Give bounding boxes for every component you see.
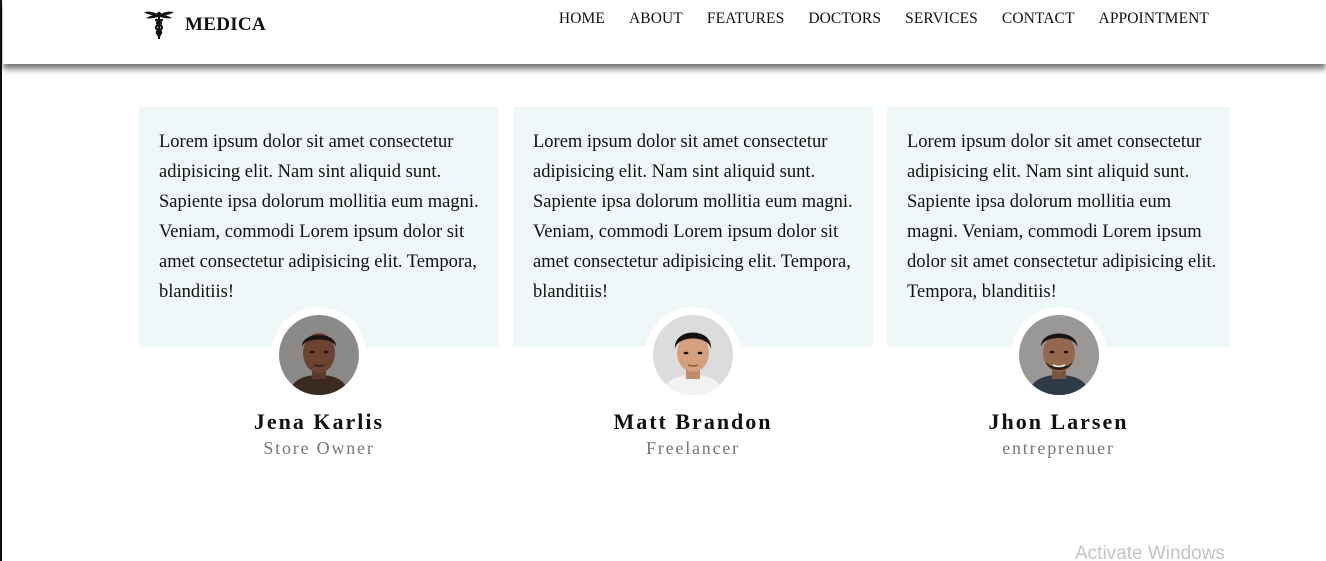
- nav-item-services[interactable]: SERVICES: [905, 10, 978, 28]
- activate-windows-watermark: Activate Windows: [1075, 543, 1225, 561]
- nav-item-appointment[interactable]: APPOINTMENT: [1099, 10, 1209, 28]
- avatar-frame: [645, 307, 741, 403]
- testimonial-role: entreprenuer: [1002, 438, 1115, 458]
- avatar-frame: [1010, 307, 1107, 403]
- main-nav: HOME ABOUT FEATURES DOCTORS SERVICES CON…: [559, 10, 1209, 28]
- brand-logo-link[interactable]: MEDICA: [143, 9, 266, 41]
- testimonial-role: Store Owner: [263, 438, 375, 458]
- nav-item-doctors[interactable]: DOCTORS: [808, 10, 881, 28]
- window-left-border: [0, 0, 2, 561]
- testimonial-card: Lorem ipsum dolor sit amet consectetur a…: [887, 107, 1230, 467]
- avatar-frame: [271, 307, 367, 403]
- caduceus-icon: [144, 11, 174, 39]
- testimonial-card: Lorem ipsum dolor sit amet consectetur a…: [513, 107, 873, 467]
- testimonial-role: Freelancer: [646, 438, 740, 458]
- nav-item-contact[interactable]: CONTACT: [1002, 10, 1075, 28]
- page: MEDICA HOME ABOUT FEATURES DOCTORS SERVI…: [0, 0, 1326, 561]
- brand-name: MEDICA: [185, 14, 266, 35]
- avatar: [1018, 315, 1099, 395]
- avatar: [279, 315, 359, 395]
- avatar: [653, 315, 733, 395]
- testimonials-section: Lorem ipsum dolor sit amet consectetur a…: [139, 107, 1231, 467]
- testimonial-card: Lorem ipsum dolor sit amet consectetur a…: [139, 107, 499, 467]
- nav-item-home[interactable]: HOME: [559, 10, 605, 28]
- site-header: MEDICA HOME ABOUT FEATURES DOCTORS SERVI…: [3, 0, 1326, 64]
- testimonial-name: Matt Brandon: [613, 409, 773, 434]
- testimonial-name: Jhon Larsen: [988, 409, 1129, 434]
- nav-item-about[interactable]: ABOUT: [629, 10, 683, 28]
- testimonial-name: Jena Karlis: [253, 409, 385, 434]
- nav-item-features[interactable]: FEATURES: [707, 10, 784, 28]
